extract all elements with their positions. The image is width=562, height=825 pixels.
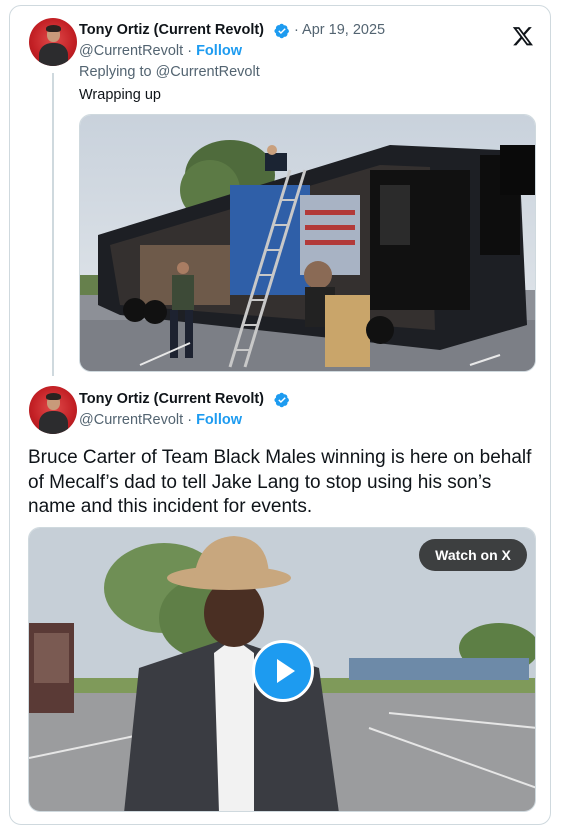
author-handle-row: @CurrentRevolt · Follow <box>79 43 242 59</box>
author-handle-row: @CurrentRevolt · Follow <box>79 412 242 428</box>
follow-button[interactable]: Follow <box>196 412 242 428</box>
replying-to-label: Replying to @CurrentRevolt <box>79 64 260 80</box>
author-avatar[interactable] <box>29 386 77 434</box>
tweet-video[interactable]: Watch on X <box>28 527 536 812</box>
tweet-photo[interactable] <box>79 114 536 372</box>
tweet-text: Bruce Carter of Team Black Males winning… <box>28 447 532 517</box>
author-handle[interactable]: @CurrentRevolt <box>79 412 183 428</box>
x-logo-icon[interactable] <box>512 25 534 47</box>
tweet-date[interactable]: · Apr 19, 2025 <box>294 22 385 38</box>
author-handle[interactable]: @CurrentRevolt <box>79 43 183 59</box>
avatar-figure-body <box>39 411 68 434</box>
bus-photo-illustration <box>80 115 535 371</box>
handle-separator: · <box>187 412 193 428</box>
thread-connector-line <box>52 73 54 376</box>
play-button[interactable] <box>252 640 314 702</box>
author-name[interactable]: Tony Ortiz (Current Revolt) <box>79 391 264 407</box>
avatar-figure-hair <box>46 25 61 32</box>
verified-badge-icon <box>274 23 289 39</box>
avatar-figure-hair <box>46 393 61 400</box>
watch-on-x-button[interactable]: Watch on X <box>419 539 527 571</box>
handle-separator: · <box>187 43 193 59</box>
tweet-embed-card: Tony Ortiz (Current Revolt) · Apr 19, 20… <box>9 5 551 825</box>
play-icon <box>277 659 295 683</box>
author-name[interactable]: Tony Ortiz (Current Revolt) <box>79 22 264 38</box>
follow-button[interactable]: Follow <box>196 43 242 59</box>
author-avatar[interactable] <box>29 18 77 66</box>
tweet-text: Wrapping up <box>79 87 161 103</box>
verified-badge-icon <box>274 392 289 408</box>
avatar-figure-body <box>39 43 68 66</box>
